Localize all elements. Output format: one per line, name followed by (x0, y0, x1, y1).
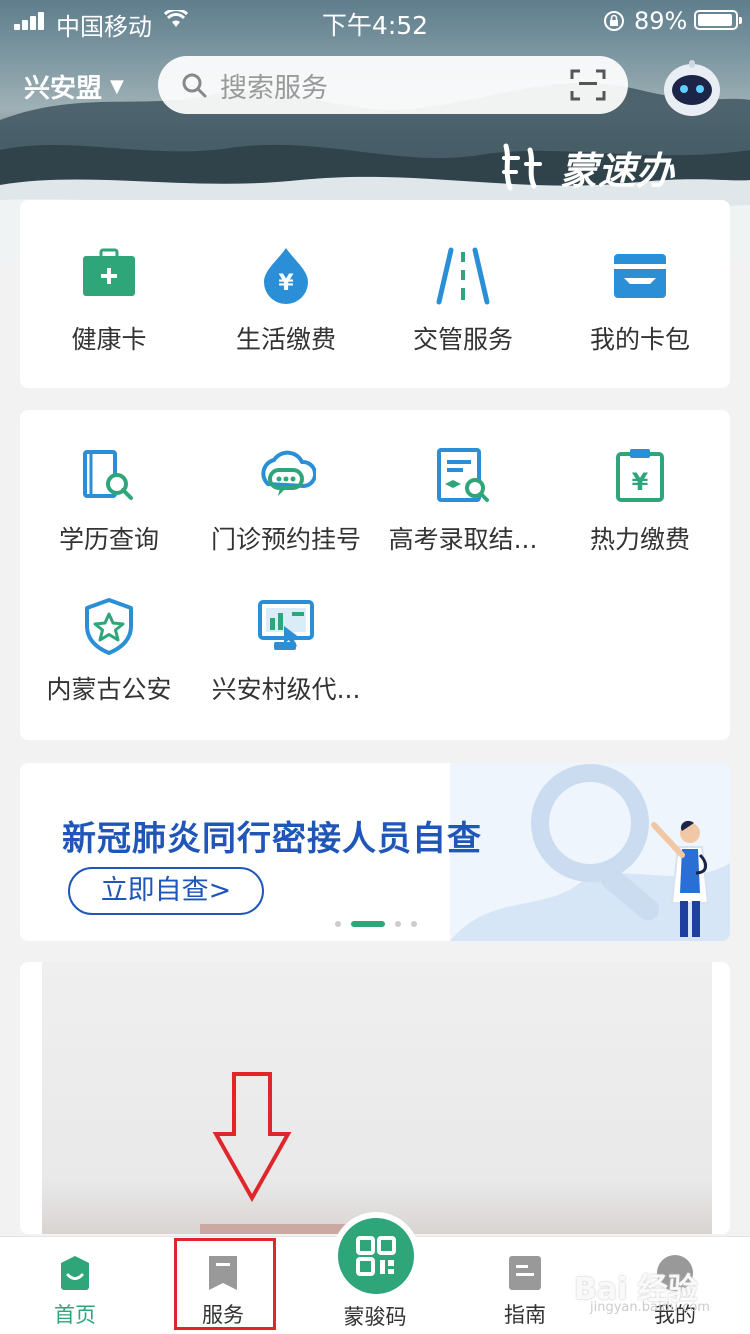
page-dot (411, 921, 417, 927)
home-icon (61, 1256, 89, 1290)
banner-check-button[interactable]: 立即自查> (68, 867, 264, 915)
brand-logo: 蒙速办 (502, 143, 676, 193)
service-police[interactable]: 内蒙古公安 (20, 596, 198, 706)
city-selector[interactable]: 兴安盟 ▼ (24, 68, 124, 105)
page-dot (395, 921, 401, 927)
svg-text:¥: ¥ (632, 468, 649, 496)
status-bar: 中国移动 下午4:52 89% (0, 0, 750, 41)
service-card-wallet[interactable]: 我的卡包 (551, 246, 729, 356)
feed-card[interactable] (20, 962, 730, 1234)
service-clinic-appointment[interactable]: 门诊预约挂号 (197, 446, 375, 556)
banner-title: 新冠肺炎同行密接人员自查 (62, 819, 482, 859)
health-card-icon (83, 248, 135, 296)
service-label: 生活缴费 (235, 325, 336, 354)
village-service-icon (258, 600, 314, 650)
caret-down-icon: ▼ (110, 76, 124, 97)
service-label: 我的卡包 (589, 325, 690, 354)
battery-icon (694, 10, 742, 30)
health-code-button[interactable] (338, 1218, 414, 1294)
tab-label: 首页 (54, 1303, 96, 1327)
recommended-services-card: 学历查询 门诊预约挂号 高考录取结... ¥ 热力缴费 内蒙古公安 兴安村级代.… (20, 410, 730, 740)
search-icon (182, 73, 207, 98)
tab-label: 蒙骏码 (343, 1305, 407, 1329)
service-exam-result[interactable]: 高考录取结... (374, 446, 552, 556)
city-name: 兴安盟 (24, 74, 103, 104)
service-label: 交管服务 (412, 325, 513, 354)
service-label: 健康卡 (71, 325, 147, 354)
banner-pagination (330, 921, 422, 927)
rotation-lock-icon (604, 11, 624, 31)
tab-guide[interactable]: 指南 (470, 1237, 580, 1334)
search-bar[interactable]: 搜索服务 (158, 56, 628, 114)
service-label: 兴安村级代... (211, 675, 361, 704)
service-health-card[interactable]: 健康卡 (20, 246, 198, 356)
baidu-watermark-url: jingyan.baidu.com (590, 1300, 710, 1315)
tab-home[interactable]: 首页 (20, 1237, 130, 1334)
clinic-appointment-icon (261, 450, 316, 496)
service-label: 门诊预约挂号 (210, 525, 361, 554)
guide-icon (509, 1256, 541, 1290)
traffic-road-icon (436, 247, 490, 305)
annotation-highlight-box (174, 1238, 276, 1330)
annotation-down-arrow (212, 1072, 292, 1202)
service-label: 内蒙古公安 (46, 675, 172, 704)
card-wallet-icon (614, 254, 666, 298)
feed-image (42, 962, 712, 1234)
utility-payment-icon: ¥ (264, 248, 308, 304)
exam-result-icon (437, 448, 489, 502)
service-label: 高考录取结... (388, 525, 538, 554)
robot-assistant-icon[interactable] (660, 56, 724, 120)
quick-services-card: 健康卡 ¥ 生活缴费 交管服务 我的卡包 (20, 200, 730, 388)
page-dot-active (351, 921, 385, 927)
svg-text:¥: ¥ (278, 271, 294, 296)
page-dot (335, 921, 341, 927)
battery-percent: 89% (634, 7, 688, 35)
police-shield-icon (85, 598, 133, 655)
search-placeholder: 搜索服务 (220, 72, 328, 104)
svg-text:蒙速办: 蒙速办 (560, 148, 676, 193)
service-heating-payment[interactable]: ¥ 热力缴费 (551, 446, 729, 556)
service-village[interactable]: 兴安村级代... (197, 596, 375, 706)
banner-illustration (450, 763, 730, 941)
heating-payment-icon: ¥ (616, 449, 664, 502)
service-label: 热力缴费 (589, 525, 690, 554)
service-label: 学历查询 (58, 525, 159, 554)
qr-code-icon (356, 1236, 396, 1276)
tab-label: 指南 (504, 1303, 546, 1327)
education-search-icon (83, 450, 133, 500)
covid-check-banner[interactable]: 新冠肺炎同行密接人员自查 立即自查> (20, 763, 730, 941)
service-traffic[interactable]: 交管服务 (374, 246, 552, 356)
feed-image-edge (200, 1224, 360, 1234)
service-utility-payment[interactable]: ¥ 生活缴费 (197, 246, 375, 356)
service-education-query[interactable]: 学历查询 (20, 446, 198, 556)
scan-icon[interactable] (570, 69, 606, 101)
